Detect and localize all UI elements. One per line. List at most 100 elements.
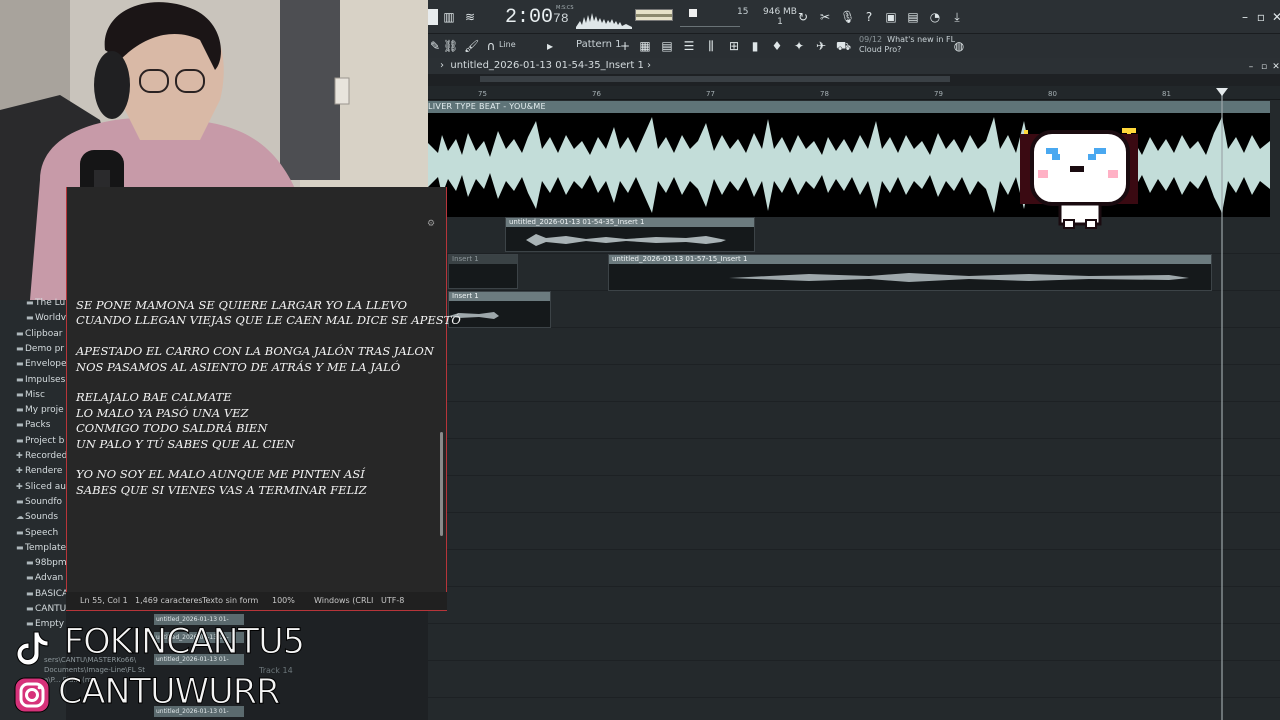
playhead-marker[interactable] xyxy=(1216,88,1228,96)
playlist-horizontal-scrollbar[interactable] xyxy=(480,76,950,82)
tempo-value[interactable]: 15 xyxy=(737,7,748,17)
beat-clip-waveform[interactable] xyxy=(428,113,1270,217)
scissors-icon[interactable]: ✂ xyxy=(818,10,832,24)
sampler-icon[interactable]: ✦ xyxy=(792,39,806,53)
browser-item[interactable]: ▬BASICA xyxy=(26,589,66,599)
browser-item[interactable]: ✚ Rendere xyxy=(16,466,66,476)
track-row[interactable] xyxy=(428,513,1280,550)
browser-item-label: Advan xyxy=(35,573,64,584)
piano-roll-icon[interactable]: ▤ xyxy=(660,39,674,53)
maximize-window-icon[interactable]: ▫ xyxy=(1254,10,1268,24)
browser-item-label: Packs xyxy=(25,420,51,431)
news-panel[interactable]: 09/12 What's new in FL Cloud Pro? xyxy=(859,35,955,55)
plus-icon: ✚ xyxy=(16,466,23,476)
browser-item-label: Impulses xyxy=(25,374,66,385)
waveform-icon[interactable]: ≋ xyxy=(463,10,477,24)
menu-icon[interactable] xyxy=(428,9,438,25)
link-icon[interactable]: ⛓ xyxy=(443,39,458,53)
browser-item[interactable]: ▬Envelope xyxy=(16,359,66,369)
notepad-scrollbar[interactable] xyxy=(440,432,443,536)
timeline-ruler[interactable] xyxy=(428,86,1280,100)
folder-icon: ▬ xyxy=(26,573,34,583)
browser-item[interactable]: ▬The Lu xyxy=(26,298,66,308)
browser-item-label: Rendere xyxy=(25,466,63,477)
browser-item[interactable]: ▬Clipboar xyxy=(16,329,66,339)
gear-icon[interactable]: ⚙ xyxy=(424,217,438,231)
piano-icon[interactable]: ▤ xyxy=(906,10,920,24)
audio-clip[interactable]: Insert 1 xyxy=(448,291,551,328)
microphone-icon[interactable]: 🎙 xyxy=(840,10,855,24)
magnet-icon[interactable]: ∩ xyxy=(484,39,498,53)
memory-cpu-readout: 946 MB 1 xyxy=(763,7,797,27)
browser-item[interactable]: ▬Misc xyxy=(16,390,66,400)
audio-clip[interactable]: untitled_2026-01-13 01-54-35_Insert 1 xyxy=(505,217,755,252)
browser-item[interactable]: ▬Speech xyxy=(16,528,66,538)
browser-item[interactable]: ✚ Sliced au xyxy=(16,482,66,492)
browser-item[interactable]: ▬Worldv xyxy=(26,313,66,323)
plugin-icon[interactable]: ♦ xyxy=(770,39,784,53)
browser-item[interactable]: ▬Demo pr xyxy=(16,344,66,354)
browser-item-label: Soundfo xyxy=(25,496,63,507)
browser-item[interactable]: ▬Impulses xyxy=(16,375,66,385)
audio-clip[interactable]: untitled_2026-01-13 01-57-15_Insert 1 xyxy=(608,254,1212,291)
refresh-icon[interactable]: ↻ xyxy=(796,10,810,24)
track-row[interactable] xyxy=(428,402,1280,439)
globe-icon[interactable]: ◍ xyxy=(952,39,966,53)
track-row[interactable] xyxy=(428,476,1280,513)
playlist-close-icon[interactable]: ✕ xyxy=(1269,60,1280,74)
playlist-minimize-icon[interactable]: – xyxy=(1244,60,1258,74)
stop-indicator xyxy=(689,9,697,17)
playhead[interactable] xyxy=(1221,88,1223,720)
minimize-window-icon[interactable]: – xyxy=(1238,10,1252,24)
browser-item[interactable]: ▬Soundfo xyxy=(16,497,66,507)
track-row[interactable] xyxy=(428,550,1280,587)
wrench-icon[interactable]: ▥ xyxy=(442,10,456,24)
touch-icon[interactable]: ✈ xyxy=(814,39,828,53)
track-row[interactable] xyxy=(428,587,1280,624)
track-row[interactable] xyxy=(428,439,1280,476)
folder-icon: ▬ xyxy=(16,527,24,537)
oscilloscope xyxy=(576,13,632,29)
track-row[interactable] xyxy=(428,328,1280,365)
snap-select[interactable]: Line xyxy=(499,40,516,49)
char-count: 1,469 caracteres xyxy=(135,596,203,605)
encoding: UTF-8 xyxy=(381,596,405,605)
ruler-bar-number: 79 xyxy=(934,90,943,98)
cart-icon[interactable]: ⛟ xyxy=(836,39,851,53)
play-arrow-icon[interactable]: ▸ xyxy=(543,39,557,53)
track-row[interactable] xyxy=(428,365,1280,402)
lyrics-text[interactable]: SE PONE MAMONA SE QUIERE LARGAR YO LA LL… xyxy=(76,298,461,498)
cloud-icon: ☁ xyxy=(16,512,24,522)
browser-icon[interactable]: ⊞ xyxy=(727,39,741,53)
browser-item[interactable]: ▬CANTU xyxy=(26,604,66,614)
browser-item[interactable]: ☁Sounds xyxy=(16,512,66,522)
download-icon[interactable]: ⤓ xyxy=(950,10,964,24)
browser-item[interactable]: ▬Project b xyxy=(16,436,66,446)
pattern-selector[interactable]: Pattern 1 xyxy=(576,39,622,50)
track-row[interactable] xyxy=(428,624,1280,661)
browser-item[interactable]: ✚ Recorded xyxy=(16,451,66,461)
folder-icon: ▬ xyxy=(26,604,34,613)
pencil-icon[interactable]: ✎ xyxy=(428,39,442,53)
browser-item[interactable]: ▬Packs xyxy=(16,420,66,430)
playlist-icon[interactable]: ▦ xyxy=(638,39,652,53)
browser-item[interactable]: ▬Advan xyxy=(26,573,66,583)
brush-icon[interactable]: 🖌 xyxy=(464,39,479,53)
save-icon[interactable]: ▣ xyxy=(884,10,898,24)
channel-rack-icon[interactable]: ☰ xyxy=(682,39,696,53)
mixer-icon[interactable]: ⫼ xyxy=(704,39,718,53)
close-window-icon[interactable]: ✕ xyxy=(1270,10,1280,24)
browser-item[interactable]: ▬98bpm xyxy=(26,558,66,568)
browser-item[interactable]: ▬My proje xyxy=(16,405,66,415)
add-pattern-icon[interactable]: + xyxy=(618,39,632,53)
file-icon[interactable]: ▮ xyxy=(748,39,762,53)
browser-item[interactable]: ▬Template xyxy=(16,543,66,553)
folder-icon: ▬ xyxy=(26,298,34,307)
audio-clip[interactable]: Insert 1 xyxy=(448,254,518,289)
chat-icon[interactable]: ◔ xyxy=(928,10,942,24)
help-icon[interactable]: ? xyxy=(862,10,876,24)
browser-item-label: Demo pr xyxy=(25,343,65,354)
track-row[interactable] xyxy=(428,291,1280,328)
beat-clip-header[interactable]: LIVER TYPE BEAT - YOU&ME xyxy=(428,101,1270,113)
track-row[interactable] xyxy=(428,661,1280,698)
